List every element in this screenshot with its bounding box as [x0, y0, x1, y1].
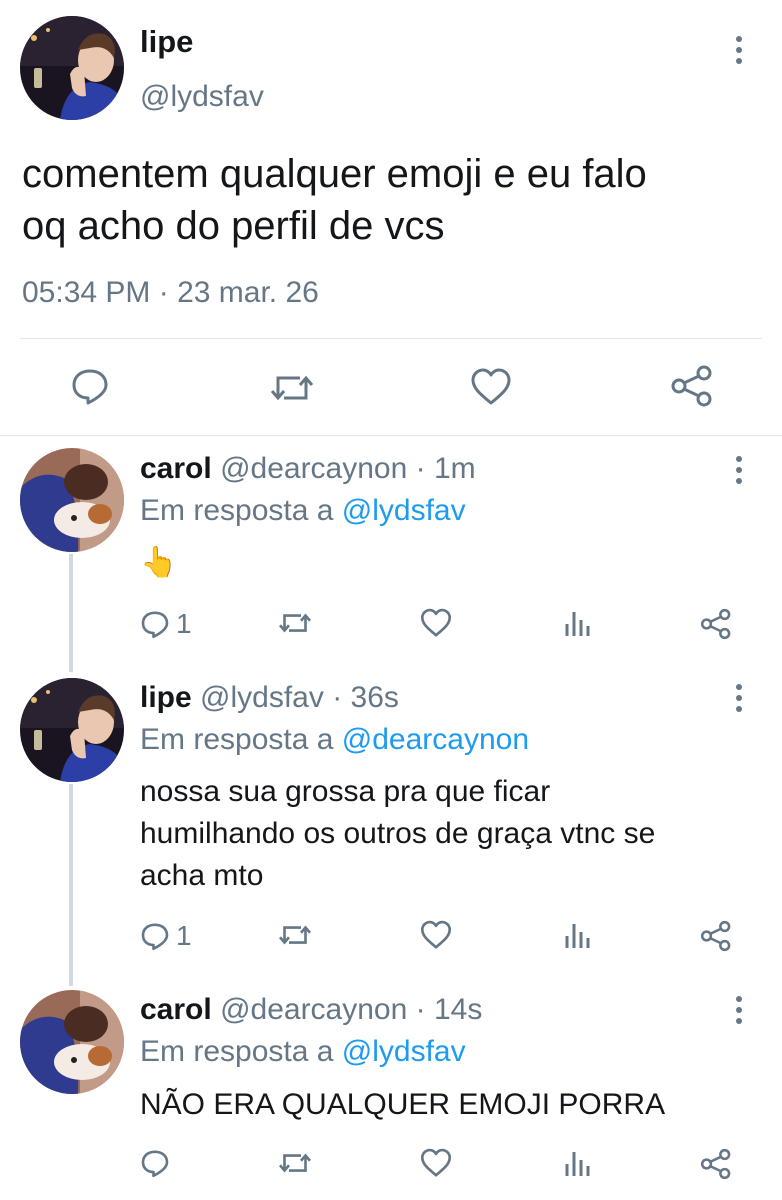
tweet-text: comentem qualquer emoji e eu falo oq ach…	[22, 148, 762, 252]
reply-author-handle[interactable]: @dearcaynon	[220, 993, 407, 1026]
more-options-icon[interactable]	[727, 30, 751, 70]
reply-text-line: humilhando os outros de graça vtnc se	[140, 817, 656, 850]
share-button[interactable]	[700, 608, 732, 640]
share-icon[interactable]	[670, 364, 714, 413]
retweet-button[interactable]	[278, 920, 312, 950]
reply-context-label: Em resposta a	[140, 1035, 334, 1068]
analytics-button[interactable]	[564, 920, 592, 950]
reply-text: 👆	[140, 542, 760, 584]
tweet-timestamp: 05:34 PM · 23 mar. 26	[22, 276, 319, 309]
retweet-button[interactable]	[278, 608, 312, 638]
like-icon[interactable]	[470, 368, 512, 411]
reply-count: 1	[176, 920, 192, 951]
author-handle[interactable]: @lydsfav	[140, 80, 264, 114]
more-options-icon[interactable]	[727, 678, 751, 718]
avatar-carol[interactable]	[20, 448, 124, 552]
author-name[interactable]: lipe	[140, 24, 193, 60]
reply-icon[interactable]	[70, 366, 110, 411]
retweet-icon[interactable]	[270, 368, 314, 413]
analytics-button[interactable]	[564, 1148, 592, 1178]
reply-header: lipe @lydsfav · 36s	[140, 681, 399, 715]
reply-time: · 14s	[415, 993, 483, 1026]
reply-button[interactable]: 1	[140, 608, 192, 640]
reply-header: carol @dearcaynon · 1m	[140, 452, 476, 486]
reply-text: nossa sua grossa pra que ficar humilhand…	[140, 771, 760, 897]
reply-text-line: nossa sua grossa pra que ficar	[140, 775, 551, 808]
reply-action-bar	[140, 1148, 740, 1188]
avatar-carol[interactable]	[20, 990, 124, 1094]
reply-count: 1	[176, 608, 192, 639]
thread-line	[69, 784, 73, 986]
avatar-lipe[interactable]	[20, 678, 124, 782]
reply-to-link[interactable]: @dearcaynon	[342, 723, 529, 756]
reply-context: Em resposta a @dearcaynon	[140, 723, 529, 757]
reply-header: carol @dearcaynon · 14s	[140, 993, 482, 1027]
reply-text: NÃO ERA QUALQUER EMOJI PORRA	[140, 1084, 760, 1126]
reply-author-name[interactable]: lipe	[140, 681, 192, 714]
reply-text-line: NÃO ERA QUALQUER EMOJI PORRA	[140, 1088, 666, 1121]
share-button[interactable]	[700, 920, 732, 952]
share-button[interactable]	[700, 1148, 732, 1180]
reply-button[interactable]	[140, 1148, 176, 1178]
retweet-button[interactable]	[278, 1148, 312, 1178]
like-button[interactable]	[420, 608, 452, 638]
like-button[interactable]	[420, 1148, 452, 1178]
more-options-icon[interactable]	[727, 990, 751, 1030]
reply-to-link[interactable]: @lydsfav	[342, 494, 466, 527]
reply-action-bar: 1	[140, 920, 740, 960]
reply-time: · 1m	[415, 452, 476, 485]
tweet-text-line: oq acho do perfil de vcs	[22, 204, 445, 248]
reply-author-name[interactable]: carol	[140, 452, 212, 485]
like-button[interactable]	[420, 920, 452, 950]
reply-author-handle[interactable]: @lydsfav	[200, 681, 324, 714]
tweet-text-line: comentem qualquer emoji e eu falo	[22, 152, 647, 196]
reply-context-label: Em resposta a	[140, 723, 334, 756]
more-options-icon[interactable]	[727, 450, 751, 490]
divider	[0, 435, 782, 436]
reply-author-handle[interactable]: @dearcaynon	[220, 452, 407, 485]
reply-icon	[141, 611, 169, 639]
reply-context: Em resposta a @lydsfav	[140, 494, 466, 528]
reply-to-link[interactable]: @lydsfav	[342, 1035, 466, 1068]
analytics-button[interactable]	[564, 608, 592, 638]
reply-author-name[interactable]: carol	[140, 993, 212, 1026]
reply-time: · 36s	[332, 681, 399, 714]
reply-context-label: Em resposta a	[140, 494, 334, 527]
divider	[20, 338, 762, 339]
reply-text-line: acha mto	[140, 859, 264, 892]
reply-text-line: 👆	[140, 546, 178, 579]
reply-context: Em resposta a @lydsfav	[140, 1035, 466, 1069]
reply-button[interactable]: 1	[140, 920, 192, 952]
avatar-lipe[interactable]	[20, 16, 124, 120]
reply-action-bar: 1	[140, 608, 740, 648]
thread-line	[69, 554, 73, 672]
